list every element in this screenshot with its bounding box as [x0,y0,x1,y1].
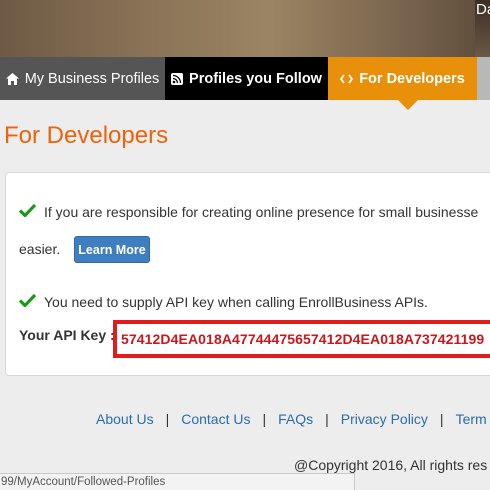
info-line: If you are responsible for creating onli… [18,203,479,220]
footer-link-about[interactable]: About Us [96,411,154,427]
active-tab-pointer [398,100,418,110]
page-title: For Developers [4,122,169,149]
copyright-text: @Copyright 2016, All rights res [294,457,488,473]
api-key-highlight: 57412D4EA018A47744475657412D4EA018A73742… [113,320,490,358]
api-key-label: Your API Key : [19,327,115,343]
footer-link-faqs[interactable]: FAQs [278,411,313,427]
footer-link-contact[interactable]: Contact Us [181,411,250,427]
learn-more-button[interactable]: Learn More [74,236,150,263]
footer-separator: | [262,411,267,427]
rss-icon [171,72,184,85]
header-banner: Da [0,0,490,57]
info-text: If you are responsible for creating onli… [44,203,479,220]
tab-label: For Developers [359,70,465,87]
tab-label: My Business Profiles [24,70,160,87]
api-key-value[interactable]: 57412D4EA018A47744475657412D4EA018A73742… [121,331,484,347]
footer-separator: | [439,411,444,427]
tab-overflow[interactable] [477,57,490,100]
api-note-text: You need to supply API key when calling … [44,293,428,310]
code-icon [340,73,354,84]
footer-separator: | [165,411,170,427]
check-icon [18,293,37,310]
info-text-continued: easier. [19,241,61,257]
user-name-text[interactable]: Da [476,1,490,18]
tab-for-developers[interactable]: For Developers [328,57,477,100]
tab-my-business-profiles[interactable]: My Business Profiles [0,57,165,100]
footer-links: About Us | Contact Us | FAQs | Privacy P… [96,411,487,427]
status-bar-url: 99/MyAccount/Followed-Profiles [0,473,355,490]
tab-label: Profiles you Follow [189,70,322,87]
tab-profiles-you-follow[interactable]: Profiles you Follow [165,57,328,100]
footer-link-terms[interactable]: Term [456,411,487,427]
footer-link-privacy[interactable]: Privacy Policy [341,411,428,427]
home-icon [5,72,19,85]
check-icon [18,203,37,220]
footer-separator: | [325,411,329,427]
main-nav: My Business Profiles Profiles you Follow… [0,57,490,100]
api-note-line: You need to supply API key when calling … [18,293,428,310]
